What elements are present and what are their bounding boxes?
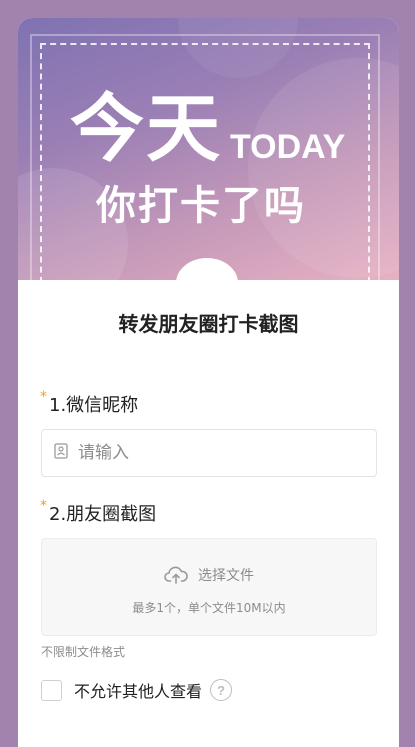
upload-hint: 最多1个，单个文件10M以内 xyxy=(132,601,286,615)
file-format-note: 不限制文件格式 xyxy=(41,645,126,659)
privacy-option[interactable]: 不允许其他人查看 ? xyxy=(41,678,233,702)
file-upload-area[interactable]: 选择文件 最多1个，单个文件10M以内 xyxy=(41,538,377,636)
privacy-label: 不允许其他人查看 xyxy=(74,682,203,701)
question-2-label: * 2.朋友圈截图 xyxy=(40,498,157,526)
banner-headline-main: 今天 xyxy=(70,86,222,172)
banner-headline-sub: 你打卡了吗 xyxy=(96,183,306,229)
nickname-input-box[interactable] xyxy=(41,429,377,477)
form-title: 转发朋友圈打卡截图 xyxy=(118,312,299,336)
user-card-icon xyxy=(54,443,68,463)
form-card: 今天 TODAY 你打卡了吗 转发朋友圈打卡截图 * 1.微信昵称 * 2.朋友… xyxy=(18,18,399,747)
privacy-checkbox[interactable] xyxy=(41,679,62,701)
help-icon[interactable]: ? xyxy=(210,679,233,701)
required-mark: * xyxy=(40,498,47,514)
cloud-upload-icon xyxy=(164,566,188,584)
nickname-input[interactable] xyxy=(78,443,338,463)
choose-file-label: 选择文件 xyxy=(198,568,254,584)
header-banner: 今天 TODAY 你打卡了吗 xyxy=(18,18,399,280)
banner-headline-en: TODAY xyxy=(230,128,346,166)
question-1-text: 1.微信昵称 xyxy=(49,395,139,416)
question-1-label: * 1.微信昵称 xyxy=(40,389,139,417)
question-2-text: 2.朋友圈截图 xyxy=(49,504,157,525)
required-mark: * xyxy=(40,389,47,405)
choose-file-button[interactable]: 选择文件 xyxy=(42,565,376,585)
